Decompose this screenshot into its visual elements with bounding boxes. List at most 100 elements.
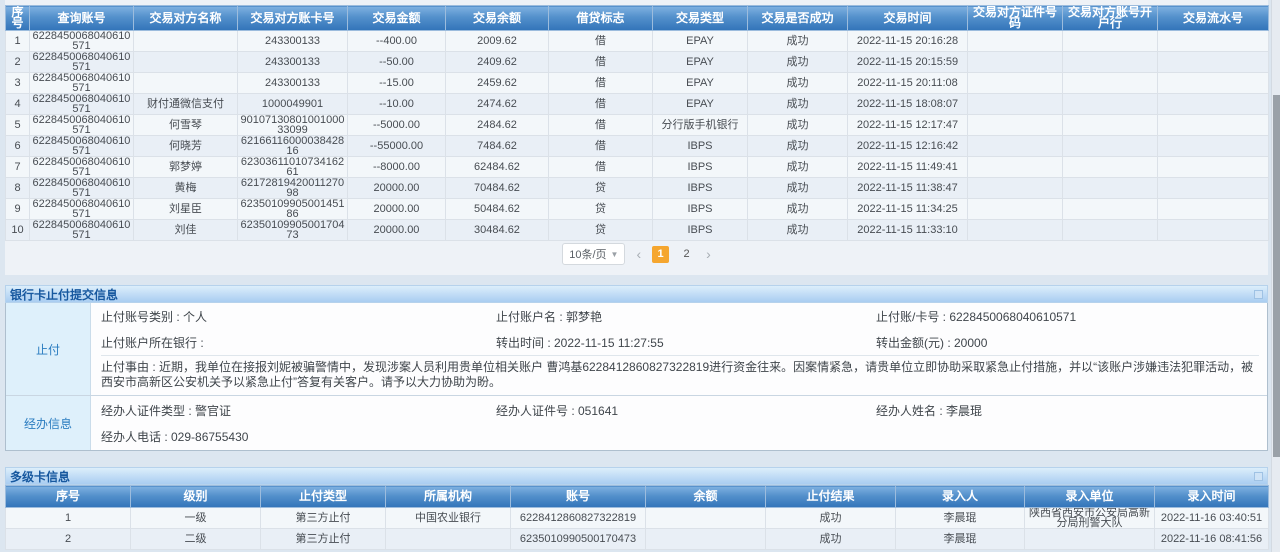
cell: 2022-11-15 11:49:41 [848, 157, 968, 178]
cell [134, 73, 238, 94]
page-numbers: 12 [652, 246, 695, 263]
page-button-1[interactable]: 1 [652, 246, 669, 263]
cell: 6216611600003842816 [238, 136, 348, 157]
cell: 借 [549, 73, 653, 94]
transaction-row: 76228450068040610571郭梦婷62303611010734162… [6, 157, 1269, 178]
cell: 6235010990500170473 [511, 529, 646, 550]
zhifu-content: 止付账号类别 : 个人止付账户名 : 郭梦艳止付账/卡号 : 622845006… [91, 303, 1267, 395]
section-title: 银行卡止付提交信息 [10, 286, 118, 303]
field: 转出金额(元) : 20000 [876, 334, 1259, 351]
cell: --10.00 [348, 94, 446, 115]
next-page-button[interactable]: › [706, 247, 711, 261]
cell: 6228450068040610571 [30, 157, 134, 178]
cell [646, 508, 766, 529]
cell: 20000.00 [348, 199, 446, 220]
transactions-panel: 序号查询账号交易对方名称交易对方账卡号交易金额交易余额借贷标志交易类型交易是否成… [5, 0, 1268, 275]
column-header: 交易余额 [446, 6, 549, 31]
cell: IBPS [653, 136, 748, 157]
cell: 6228450068040610571 [30, 220, 134, 241]
column-header: 所属机构 [386, 486, 511, 508]
jingban-label: 经办信息 [6, 396, 91, 450]
header-row: 序号查询账号交易对方名称交易对方账卡号交易金额交易余额借贷标志交易类型交易是否成… [6, 6, 1269, 31]
cell: 借 [549, 94, 653, 115]
prev-page-button[interactable]: ‹ [636, 247, 641, 261]
cell: 2022-11-15 11:34:25 [848, 199, 968, 220]
field: 止付账号类别 : 个人 [101, 308, 496, 325]
field: 转出时间 : 2022-11-15 11:27:55 [496, 334, 876, 351]
cell: 李晨琨 [896, 508, 1025, 529]
column-header: 交易类型 [653, 6, 748, 31]
cell: 分行版手机银行 [653, 115, 748, 136]
column-header: 录入时间 [1155, 486, 1269, 508]
transaction-row: 36228450068040610571243300133--15.002459… [6, 73, 1269, 94]
cell: 借 [549, 136, 653, 157]
cell: 成功 [748, 115, 848, 136]
cell: 李晨琨 [896, 529, 1025, 550]
scrollbar-thumb[interactable] [1273, 95, 1280, 457]
cell: 借 [549, 52, 653, 73]
vertical-scrollbar[interactable] [1271, 0, 1280, 552]
cell: 借 [549, 157, 653, 178]
cell: EPAY [653, 31, 748, 52]
cell: 2022-11-15 11:33:10 [848, 220, 968, 241]
page-size-label: 10条/页 [569, 246, 606, 262]
cell: 第三方止付 [261, 508, 386, 529]
cell: 2022-11-15 20:11:08 [848, 73, 968, 94]
column-header: 交易对方证件号码 [968, 6, 1063, 31]
cell [968, 31, 1063, 52]
cell: 贷 [549, 178, 653, 199]
transaction-row: 46228450068040610571财付通微信支付1000049901--1… [6, 94, 1269, 115]
cell [1158, 157, 1269, 178]
field-row: 止付账户所在银行 : 转出时间 : 2022-11-15 11:27:55转出金… [101, 329, 1259, 355]
cell: 成功 [748, 136, 848, 157]
cell: 成功 [748, 220, 848, 241]
transaction-row: 26228450068040610571243300133--50.002409… [6, 52, 1269, 73]
cell: 2022-11-15 12:16:42 [848, 136, 968, 157]
collapse-icon[interactable] [1254, 472, 1263, 481]
cell [968, 73, 1063, 94]
cell: 1 [6, 508, 131, 529]
cell: 10 [6, 220, 30, 241]
cell: 成功 [748, 178, 848, 199]
field-row: 经办人证件类型 : 警官证经办人证件号 : 051641经办人姓名 : 李晨琨 [101, 397, 1259, 423]
transaction-row: 16228450068040610571243300133--400.00200… [6, 31, 1269, 52]
cell: 成功 [748, 31, 848, 52]
cell [968, 220, 1063, 241]
jingban-row: 经办信息 经办人证件类型 : 警官证经办人证件号 : 051641经办人姓名 :… [6, 395, 1267, 450]
cell [1063, 31, 1158, 52]
main-content: 序号查询账号交易对方名称交易对方账卡号交易金额交易余额借贷标志交易类型交易是否成… [5, 0, 1268, 550]
transaction-row: 106228450068040610571刘佳62350109905001704… [6, 220, 1269, 241]
page-size-select[interactable]: 10条/页 ▼ [562, 243, 625, 265]
cell [968, 52, 1063, 73]
column-header: 借贷标志 [549, 6, 653, 31]
cell: 243300133 [238, 52, 348, 73]
pagination-bar: 10条/页 ▼ ‹ 12 › [5, 241, 1268, 267]
cell: --8000.00 [348, 157, 446, 178]
cell: 6 [6, 136, 30, 157]
cell: 2 [6, 52, 30, 73]
column-header: 交易对方账号开户行 [1063, 6, 1158, 31]
cell: IBPS [653, 178, 748, 199]
cell: 何雪琴 [134, 115, 238, 136]
cell [1158, 94, 1269, 115]
section-title: 多级卡信息 [10, 468, 70, 485]
cell: 7 [6, 157, 30, 178]
cell: 6228450068040610571 [30, 94, 134, 115]
cell [968, 178, 1063, 199]
cell [968, 136, 1063, 157]
cell: 2022-11-15 18:08:07 [848, 94, 968, 115]
field-row: 经办人电话 : 029-86755430 [101, 423, 1259, 449]
cell: 贷 [549, 220, 653, 241]
cell: 62484.62 [446, 157, 549, 178]
cell: 1 [6, 31, 30, 52]
column-header: 查询账号 [30, 6, 134, 31]
cell: 2 [6, 529, 131, 550]
collapse-icon[interactable] [1254, 290, 1263, 299]
cell: 6230361101073416261 [238, 157, 348, 178]
cell: 20000.00 [348, 220, 446, 241]
header-row: 序号级别止付类型所属机构账号余额止付结果录入人录入单位录入时间 [6, 486, 1269, 508]
column-header: 止付类型 [261, 486, 386, 508]
cell [1063, 115, 1158, 136]
page-button-2[interactable]: 2 [678, 246, 695, 263]
cell: 50484.62 [446, 199, 549, 220]
